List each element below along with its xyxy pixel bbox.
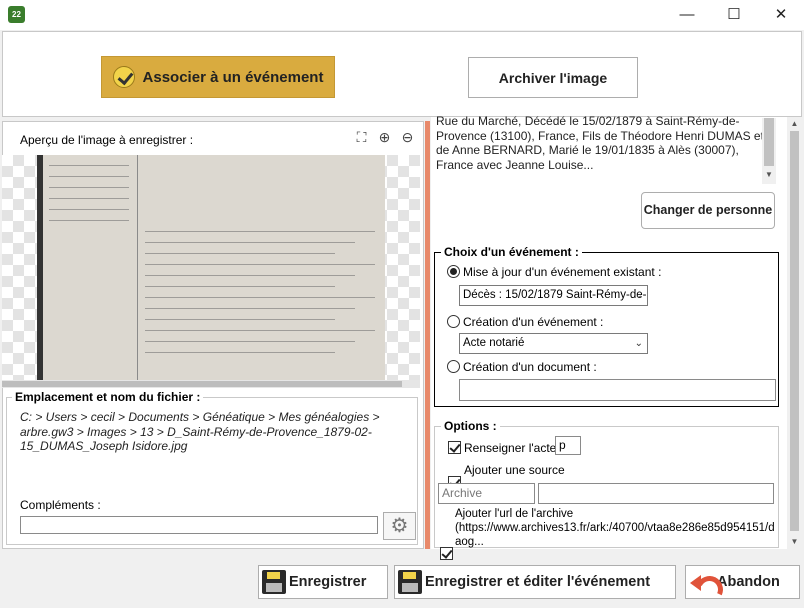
event-panel-scrollbar[interactable]: ▲ ▼ — [787, 117, 802, 549]
floppy-disk-icon — [398, 570, 422, 594]
chevron-down-icon: ⌄ — [634, 290, 643, 301]
add-source-label: Ajouter une source — [464, 463, 565, 477]
document-name-input[interactable] — [459, 379, 776, 401]
archive-reference-input[interactable] — [538, 483, 774, 504]
complements-label: Compléments : — [20, 498, 101, 512]
create-event-label: Création d'un événement : — [463, 315, 604, 329]
undo-arrow-icon — [690, 570, 714, 594]
zoom-out-icon[interactable]: ⊖ — [400, 130, 415, 145]
person-description: Rue du Marché, Décédé le 15/02/1879 à Sa… — [436, 114, 764, 172]
options-legend: Options : — [441, 419, 500, 433]
fill-acte-label: Renseigner l'acte — [464, 441, 557, 455]
chevron-down-icon: ⌄ — [634, 338, 643, 349]
update-event-radio[interactable] — [447, 265, 460, 278]
maximize-button[interactable]: ☐ — [711, 0, 757, 30]
save-label: Enregistrer — [289, 574, 367, 590]
existing-event-select[interactable]: Décès : 15/02/1879 Saint-Rémy-de-Provenc… — [459, 285, 648, 306]
file-path: C: > Users > cecil > Documents > Généati… — [20, 410, 380, 453]
check-circle-icon — [112, 66, 135, 88]
create-document-label: Création d'un document : — [463, 360, 597, 374]
scroll-up-arrow-icon[interactable]: ▲ — [787, 117, 802, 131]
create-document-radio[interactable] — [447, 360, 460, 373]
panel-splitter[interactable] — [425, 121, 430, 549]
zoom-in-icon[interactable]: ⊕ — [377, 130, 392, 145]
cancel-label: Abandon — [717, 574, 780, 590]
associate-event-label: Associer à un événement — [142, 68, 324, 86]
cancel-button[interactable]: Abandon — [685, 565, 800, 599]
change-person-button[interactable]: Changer de personne — [641, 192, 775, 229]
minimize-button[interactable]: — — [664, 0, 710, 30]
archive-name-input[interactable]: Archive — [438, 483, 535, 504]
new-event-type-select[interactable]: Acte notarié ⌄ — [459, 333, 648, 354]
app-icon: 22 — [8, 6, 25, 23]
add-url-checkbox[interactable] — [440, 547, 453, 560]
preview-horizontal-scrollbar[interactable] — [2, 380, 420, 388]
existing-event-value: Décès : 15/02/1879 Saint-Rémy-de-Provenc… — [463, 289, 647, 301]
location-legend: Emplacement et nom du fichier : — [12, 390, 204, 404]
settings-gear-button[interactable]: ⚙ — [383, 512, 416, 540]
acte-input[interactable]: p — [555, 436, 581, 455]
new-event-type-value: Acte notarié — [463, 337, 525, 349]
create-event-radio[interactable] — [447, 315, 460, 328]
document-scan-image — [37, 155, 385, 388]
event-choice-legend: Choix d'un événement : — [441, 245, 582, 259]
save-button[interactable]: Enregistrer — [258, 565, 388, 599]
close-window-button[interactable]: ✕ — [758, 0, 804, 30]
description-scrollbar[interactable]: ▼ — [762, 118, 776, 184]
gear-icon: ⚙ — [390, 515, 409, 537]
add-url-label: Ajouter l'url de l'archive — [455, 508, 574, 520]
archive-image-button[interactable]: Archiver l'image — [468, 57, 638, 98]
associate-event-button[interactable]: Associer à un événement — [101, 56, 335, 98]
complements-input[interactable] — [20, 516, 378, 534]
save-and-edit-label: Enregistrer et éditer l'événement — [425, 574, 651, 590]
fill-acte-checkbox[interactable] — [448, 441, 461, 454]
zoom-fit-icon[interactable]: ⛶ — [354, 130, 369, 145]
update-event-label: Mise à jour d'un événement existant : — [463, 265, 662, 279]
preview-title: Aperçu de l'image à enregistrer : — [20, 133, 194, 147]
scroll-down-arrow-icon[interactable]: ▼ — [787, 535, 802, 549]
floppy-disk-icon — [262, 570, 286, 594]
archive-url: (https://www.archives13.fr/ark:/40700/vt… — [455, 522, 775, 548]
scroll-down-arrow-icon[interactable]: ▼ — [762, 170, 776, 179]
save-and-edit-button[interactable]: Enregistrer et éditer l'événement — [394, 565, 676, 599]
